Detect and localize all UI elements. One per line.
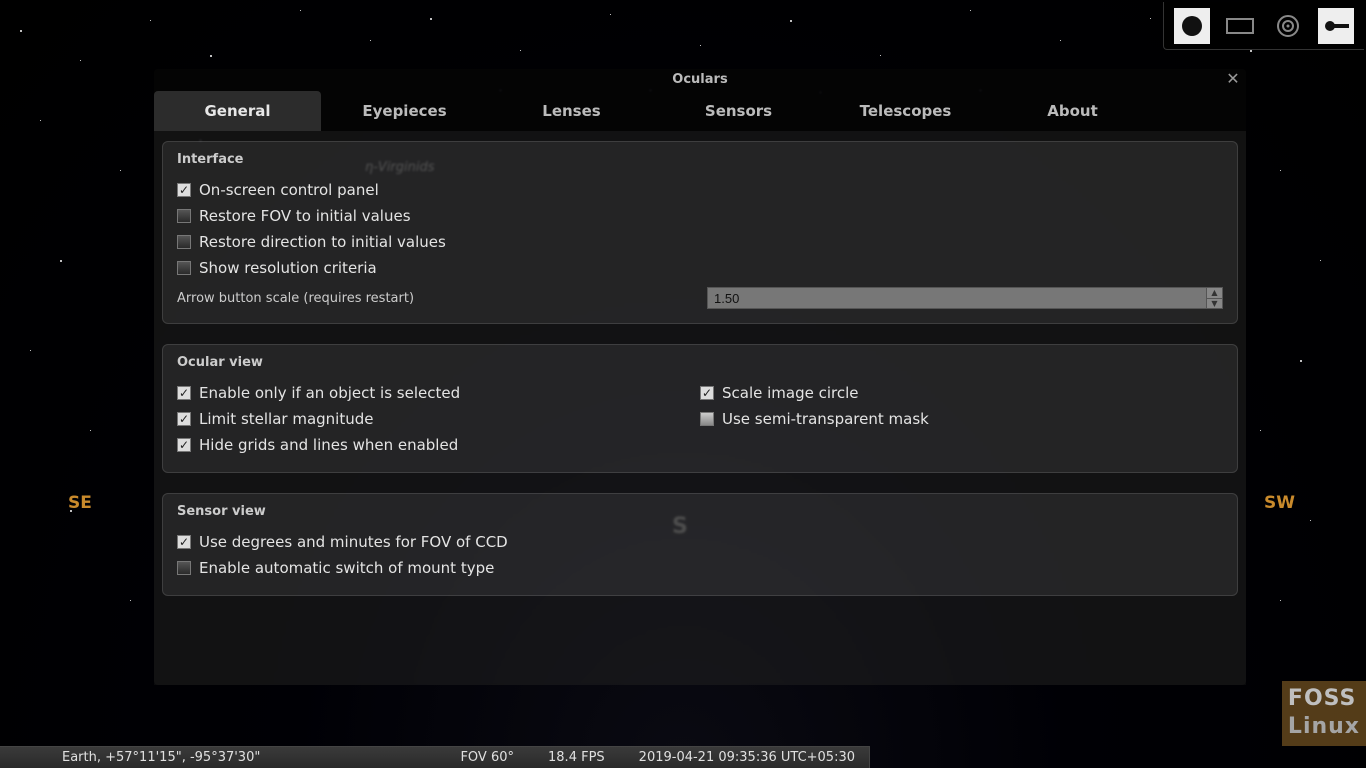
group-sensor-title: Sensor view <box>177 504 1223 519</box>
tab-lenses[interactable]: Lenses <box>488 91 655 131</box>
settings-icon[interactable] <box>1318 8 1354 44</box>
status-fov: FOV 60° <box>460 750 514 765</box>
tab-general[interactable]: General <box>154 91 321 131</box>
lbl-ccd-degrees: Use degrees and minutes for FOV of CCD <box>199 533 508 551</box>
cb-semi-transparent[interactable] <box>700 412 714 426</box>
status-fps: 18.4 FPS <box>548 750 605 765</box>
lbl-restore-fov: Restore FOV to initial values <box>199 207 411 225</box>
cb-limit-mag[interactable] <box>177 412 191 426</box>
status-location: Earth, +57°11'15", -95°37'30" <box>62 750 260 765</box>
cb-enable-if-selected[interactable] <box>177 386 191 400</box>
arrow-scale-spinner[interactable]: ▲ ▼ <box>707 287 1223 309</box>
group-interface: Interface On-screen control panel Restor… <box>162 141 1238 324</box>
lbl-auto-mount: Enable automatic switch of mount type <box>199 559 494 577</box>
spinner-up-icon[interactable]: ▲ <box>1206 288 1222 299</box>
arrow-scale-label: Arrow button scale (requires restart) <box>177 291 414 306</box>
dialog-tabs: General Eyepieces Lenses Sensors Telesco… <box>154 91 1246 131</box>
oculars-dialog: Oculars ✕ General Eyepieces Lenses Senso… <box>154 69 1246 685</box>
dialog-titlebar[interactable]: Oculars ✕ <box>154 69 1246 91</box>
dialog-body: Interface On-screen control panel Restor… <box>154 131 1246 685</box>
target-icon[interactable] <box>1270 8 1306 44</box>
lbl-show-resolution: Show resolution criteria <box>199 259 377 277</box>
group-ocular: Ocular view Enable only if an object is … <box>162 344 1238 473</box>
compass-sw: SW <box>1264 493 1295 513</box>
group-sensor: Sensor view Use degrees and minutes for … <box>162 493 1238 596</box>
cb-restore-direction[interactable] <box>177 235 191 249</box>
cb-restore-fov[interactable] <box>177 209 191 223</box>
arrow-scale-input[interactable] <box>708 288 1206 308</box>
tab-telescopes[interactable]: Telescopes <box>822 91 989 131</box>
tab-about[interactable]: About <box>989 91 1156 131</box>
status-datetime: 2019-04-21 09:35:36 UTC+05:30 <box>639 750 855 765</box>
lbl-scale-circle: Scale image circle <box>722 384 859 402</box>
cb-ccd-degrees[interactable] <box>177 535 191 549</box>
tab-eyepieces[interactable]: Eyepieces <box>321 91 488 131</box>
cb-auto-mount[interactable] <box>177 561 191 575</box>
close-icon[interactable]: ✕ <box>1224 71 1242 89</box>
group-ocular-title: Ocular view <box>177 355 1223 370</box>
lbl-restore-direction: Restore direction to initial values <box>199 233 446 251</box>
status-bar: Earth, +57°11'15", -95°37'30" FOV 60° 18… <box>0 746 870 768</box>
lbl-hide-grids: Hide grids and lines when enabled <box>199 436 458 454</box>
oculars-toolbar <box>1163 2 1364 50</box>
lbl-semi-transparent: Use semi-transparent mask <box>722 410 929 428</box>
tab-sensors[interactable]: Sensors <box>655 91 822 131</box>
watermark-line2: Linux <box>1288 713 1360 742</box>
watermark-line1: FOSS <box>1288 685 1360 714</box>
circle-icon[interactable] <box>1174 8 1210 44</box>
dialog-title: Oculars <box>672 72 727 87</box>
lbl-onscreen-panel: On-screen control panel <box>199 181 379 199</box>
compass-se: SE <box>68 493 92 513</box>
lbl-enable-if-selected: Enable only if an object is selected <box>199 384 460 402</box>
watermark: FOSS Linux <box>1282 681 1366 746</box>
rectangle-icon[interactable] <box>1222 8 1258 44</box>
cb-onscreen-panel[interactable] <box>177 183 191 197</box>
cb-scale-circle[interactable] <box>700 386 714 400</box>
spinner-down-icon[interactable]: ▼ <box>1206 299 1222 309</box>
lbl-limit-mag: Limit stellar magnitude <box>199 410 373 428</box>
cb-hide-grids[interactable] <box>177 438 191 452</box>
cb-show-resolution[interactable] <box>177 261 191 275</box>
group-interface-title: Interface <box>177 152 1223 167</box>
